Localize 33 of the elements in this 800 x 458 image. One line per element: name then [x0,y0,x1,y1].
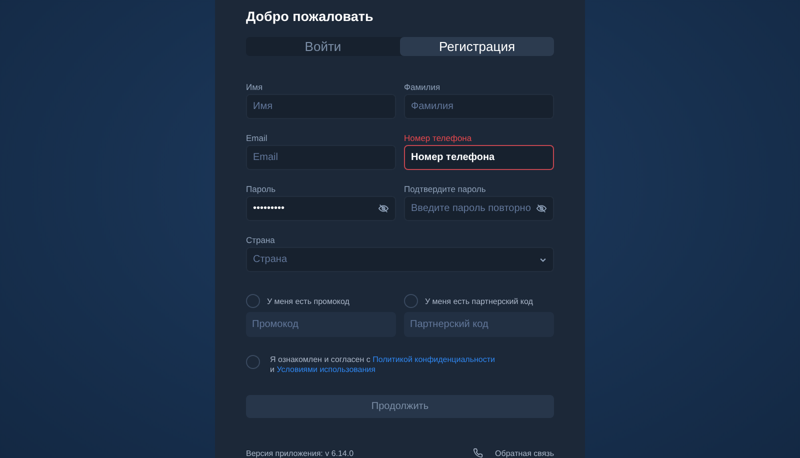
input-field[interactable]: ••••••••• [246,196,396,222]
checkbox-label: У меня есть промокод [267,296,350,306]
checkbox[interactable] [404,294,418,308]
checkbox[interactable] [246,294,260,308]
checkbox-label: У меня есть партнерский код [425,296,533,306]
phone-icon [473,448,484,458]
app-version: Версия приложения: v 6.14.0 [246,448,354,458]
input-field[interactable]: Промокод [246,312,396,338]
chevron-down-icon [539,256,547,264]
field-label: Подтвердите пароль [404,184,486,194]
tab[interactable]: Войти [246,37,400,56]
tab[interactable]: Регистрация [400,37,554,56]
checkbox[interactable] [246,355,260,370]
field-label: Номер телефона [404,133,472,144]
field-label: Email [246,133,268,144]
input-field[interactable]: Фамилия [404,94,554,120]
consent-text: Я ознакомлен и согласен с Политикой конфиденциальности и Условиями использования [270,355,496,376]
hidden-eye-icon[interactable] [378,203,389,214]
privacy-policy-link[interactable]: Политикой конфиденциальности [372,355,496,364]
input-field[interactable]: Партнерский код [404,312,554,338]
input-field[interactable]: Имя [246,94,396,120]
hidden-eye-icon[interactable] [536,203,547,214]
country-select[interactable]: Страна [246,247,554,272]
field-label: Фамилия [404,82,440,92]
terms-of-use-link[interactable]: Условиями использования [276,365,376,374]
field-label: Страна [246,235,275,246]
input-field[interactable]: Номер телефона [404,145,554,170]
field-label: Пароль [246,184,276,194]
field-label: Имя [246,82,263,92]
feedback-link[interactable]: Обратная связь [473,448,554,458]
panel-title: Добро пожаловать [246,9,374,26]
input-field[interactable]: Введите пароль повторно [404,196,554,222]
input-field[interactable]: Email [246,145,396,170]
